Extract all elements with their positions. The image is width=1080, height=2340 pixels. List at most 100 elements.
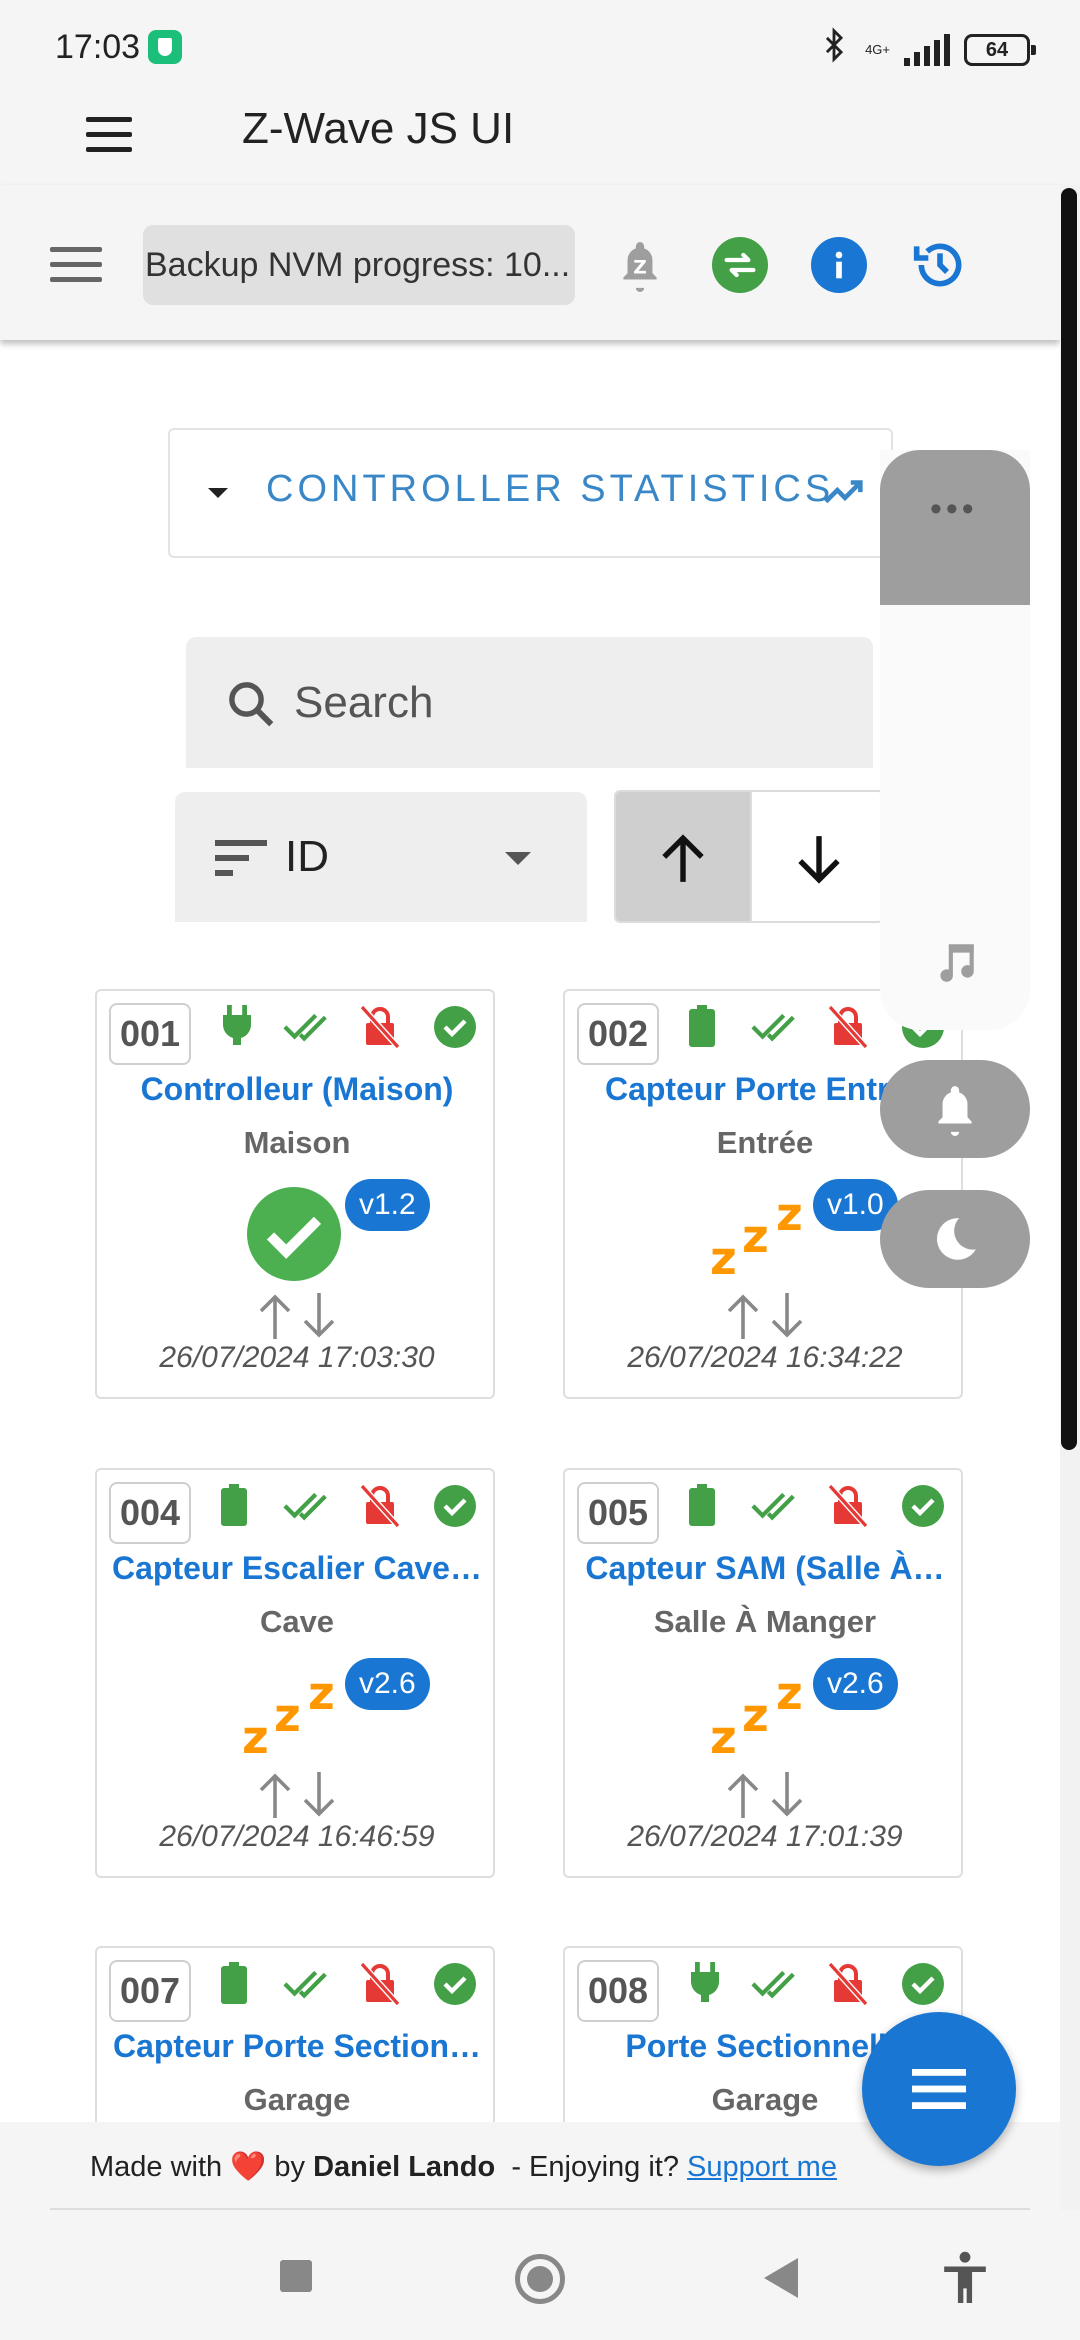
svg-text:Z: Z (633, 257, 647, 278)
battery-full-icon (689, 1005, 715, 1052)
node-card[interactable]: 002 Capteur Porte Entrée Entrée zzz v1.0… (563, 989, 963, 1399)
search-field[interactable] (186, 637, 873, 768)
node-id: 002 (577, 1003, 659, 1065)
check-circle-icon (433, 1005, 477, 1054)
scrollbar-thumb[interactable] (1061, 188, 1077, 1450)
network-type: 4G+ (865, 42, 890, 57)
support-me-link[interactable]: Support me (687, 2151, 837, 2183)
footer-author: Daniel Lando (313, 2151, 496, 2183)
info-icon[interactable] (811, 237, 867, 293)
footer-made-with: Made with (90, 2151, 223, 2183)
node-id: 008 (577, 1960, 659, 2022)
app-title: Z-Wave JS UI (242, 104, 515, 153)
node-name[interactable]: Capteur Escalier Cave… (97, 1550, 497, 1587)
bell-icon (938, 1086, 972, 1136)
sort-icon (215, 840, 267, 881)
floating-side-panel: ••• (880, 450, 1030, 1030)
zwave-bell-icon[interactable]: Z (612, 237, 668, 293)
heart-icon: ❤️ (230, 2151, 267, 2183)
expand-caret-icon[interactable] (208, 488, 228, 498)
traffic-arrows-icon (247, 1291, 347, 1341)
home-button-icon[interactable] (515, 2254, 565, 2304)
backup-progress-chip[interactable]: Backup NVM progress: 10... (143, 225, 575, 305)
back-button-icon[interactable] (764, 2258, 798, 2298)
transfer-icon[interactable] (712, 237, 768, 293)
power-plug-icon (687, 1962, 723, 2007)
sort-value: ID (285, 832, 329, 881)
node-status-icons (687, 1483, 957, 1534)
arrow-up-icon (662, 833, 704, 882)
lock-off-icon (359, 1961, 401, 2011)
accessibility-icon[interactable] (940, 2250, 990, 2311)
sleeping-zzz-icon: zzz (710, 1187, 803, 1285)
node-location: Cave (259, 1604, 335, 1639)
notifications-button[interactable] (880, 1060, 1030, 1158)
footer-enjoying: - Enjoying it? (511, 2151, 679, 2183)
double-check-icon (283, 1962, 333, 2007)
status-time: 17:03 (55, 28, 141, 66)
side-panel-handle[interactable]: ••• (880, 450, 1030, 605)
check-circle-icon (433, 1962, 477, 2011)
dark-mode-button[interactable] (880, 1190, 1030, 1288)
lock-off-icon (827, 1004, 869, 1054)
node-id: 004 (109, 1482, 191, 1544)
check-circle-icon (433, 1484, 477, 1533)
node-id: 001 (109, 1003, 191, 1065)
double-check-icon (751, 1005, 801, 1050)
traffic-arrows-icon (715, 1291, 815, 1341)
sort-ascending-button[interactable] (616, 792, 752, 921)
dropdown-arrow-icon (505, 852, 531, 865)
bluetooth-icon (817, 26, 851, 73)
node-location: Salle À Manger (653, 1604, 877, 1639)
ready-check-icon (247, 1187, 347, 1287)
sort-descending-button[interactable] (752, 792, 882, 921)
status-icons: 4G+ 64 (817, 26, 1036, 73)
app-header: Z-Wave JS UI (0, 90, 1080, 185)
battery-full-icon (689, 1484, 715, 1531)
search-input[interactable] (294, 673, 814, 733)
battery-full-icon (221, 1484, 247, 1531)
sleeping-zzz-icon: zzz (242, 1666, 335, 1764)
music-note-icon[interactable] (930, 938, 980, 993)
node-name[interactable]: Capteur Porte Section… (97, 2028, 497, 2065)
sort-direction-toggle (614, 790, 884, 923)
node-last-active: 26/07/2024 17:01:39 (627, 1820, 903, 1853)
traffic-arrows-icon (247, 1770, 347, 1820)
lock-off-icon (827, 1483, 869, 1533)
check-circle-icon (901, 1962, 945, 2011)
check-circle-icon (901, 1484, 945, 1533)
battery-icon: 64 (964, 33, 1036, 66)
node-location: Maison (243, 1125, 351, 1160)
lock-off-icon (359, 1004, 401, 1054)
sort-select[interactable]: ID (175, 792, 587, 922)
node-card[interactable]: 004 Capteur Escalier Cave… Cave zzz v2.6… (95, 1468, 495, 1878)
double-check-icon (283, 1484, 333, 1529)
system-nav-bar (0, 2210, 1080, 2340)
menu-lines-icon (912, 2069, 966, 2109)
double-check-icon (751, 1484, 801, 1529)
more-dots-icon[interactable]: ••• (930, 490, 978, 529)
signal-icon (904, 33, 950, 66)
double-check-icon (751, 1962, 801, 2007)
traffic-arrows-icon (715, 1770, 815, 1820)
node-version-badge: v2.6 (345, 1658, 430, 1710)
nav-drawer-icon[interactable] (50, 247, 102, 283)
node-status-icons (687, 1961, 957, 2012)
fab-menu-button[interactable] (862, 2012, 1016, 2166)
status-bar: 17:03 4G+ 64 (0, 0, 1080, 90)
battery-full-icon (221, 1962, 247, 2009)
node-name[interactable]: Controlleur (Maison) (97, 1071, 497, 1108)
history-icon[interactable] (912, 237, 968, 293)
hamburger-menu-icon[interactable] (86, 117, 132, 152)
node-id: 005 (577, 1482, 659, 1544)
node-status-icons (219, 1004, 489, 1055)
trending-icon (822, 474, 868, 519)
node-card[interactable]: 001 Controlleur (Maison) Maison v1.2 26/… (95, 989, 495, 1399)
node-card[interactable]: 005 Capteur SAM (Salle À… Salle À Manger… (563, 1468, 963, 1878)
toolbar: Backup NVM progress: 10... Z (0, 185, 1060, 340)
controller-statistics-panel[interactable]: CONTROLLER STATISTICS (168, 428, 893, 558)
recents-button-icon[interactable] (280, 2260, 312, 2292)
node-location: Garage (243, 2082, 351, 2117)
node-name[interactable]: Capteur SAM (Salle À… (565, 1550, 965, 1587)
node-last-active: 26/07/2024 16:34:22 (627, 1341, 903, 1374)
